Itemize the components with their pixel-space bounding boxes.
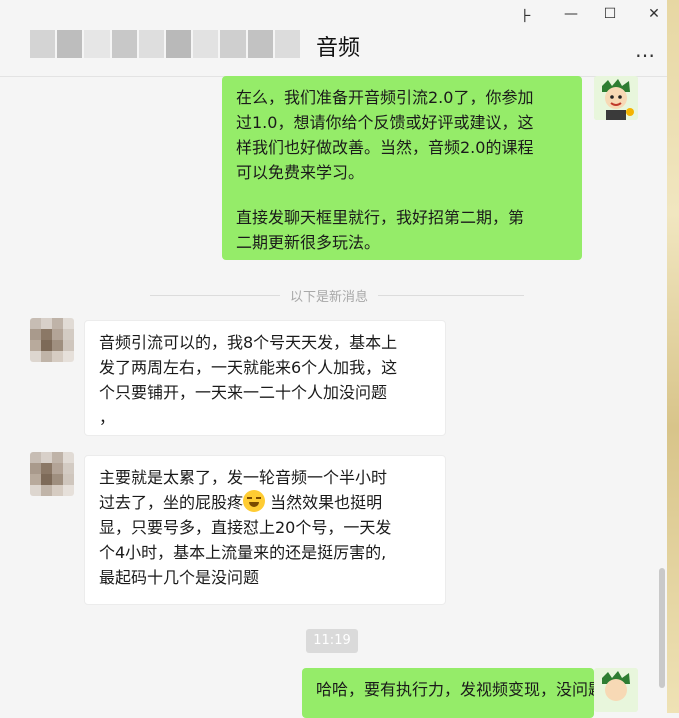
message-line: 最起码十几个是没问题 bbox=[99, 568, 260, 587]
pin-icon[interactable]: ⺊ bbox=[514, 6, 538, 26]
cartoon-avatar-icon bbox=[594, 76, 638, 120]
message-line: 直接发聊天框里就行，我好招第二期，第 bbox=[236, 208, 525, 227]
message-line: 可以免费来学习。 bbox=[236, 163, 365, 182]
desktop-background-strip bbox=[667, 0, 679, 713]
message-line: 样我们也好做改善。当然，音频2.0的课程 bbox=[236, 138, 534, 157]
grin-sweat-emoji-icon bbox=[243, 490, 266, 512]
minimize-icon[interactable]: — bbox=[559, 6, 583, 22]
cartoon-avatar-icon bbox=[594, 668, 638, 712]
chat-title: 音频 bbox=[316, 36, 361, 61]
maximize-icon[interactable]: ☐ bbox=[598, 6, 622, 22]
message-line-segment: 当然效果也挺明 bbox=[270, 493, 383, 512]
my-avatar[interactable] bbox=[594, 76, 638, 120]
message-line-with-emoji: 过去了，坐的屁股疼 当然效果也挺明 bbox=[99, 490, 431, 515]
chat-header: 音频 ⺊ — ☐ ✕ … bbox=[0, 0, 679, 77]
message-line: ， bbox=[99, 408, 116, 427]
contact-avatar[interactable] bbox=[30, 318, 74, 362]
new-messages-label: 以下是新消息 bbox=[280, 286, 379, 305]
message-line: 个只要铺开，一天来一二十个人加没问题 bbox=[99, 383, 388, 402]
message-line: 音频引流可以的，我8个号天天发，基本上 bbox=[99, 333, 398, 352]
message-bubble-outgoing[interactable]: 哈哈，要有执行力，发视频变现，没问题 bbox=[302, 668, 594, 718]
message-bubble-incoming[interactable]: 音频引流可以的，我8个号天天发，基本上 发了两周左右，一天就能来6个人加我，这 … bbox=[84, 320, 446, 436]
message-line: 发了两周左右，一天就能来6个人加我，这 bbox=[99, 358, 398, 377]
message-line: 在么，我们准备开音频引流2.0了，你参加 bbox=[236, 88, 534, 107]
message-line-segment: 过去了，坐的屁股疼 bbox=[99, 493, 244, 512]
message-line: 过1.0，想请你给个反馈或好评或建议，这 bbox=[236, 113, 534, 132]
chat-scrollbar[interactable] bbox=[659, 568, 665, 688]
message-line: 个4小时，基本上流量来的还是挺厉害的, bbox=[99, 543, 387, 562]
message-bubble-incoming[interactable]: 主要就是太累了，发一轮音频一个半小时 过去了，坐的屁股疼 当然效果也挺明 显，只… bbox=[84, 455, 446, 605]
message-bubble-outgoing[interactable]: 在么，我们准备开音频引流2.0了，你参加 过1.0，想请你给个反馈或好评或建议，… bbox=[222, 76, 582, 260]
my-avatar[interactable] bbox=[594, 668, 638, 712]
message-line: 主要就是太累了，发一轮音频一个半小时 bbox=[99, 468, 388, 487]
message-line: 显，只要号多，直接怼上20个号，一天发 bbox=[99, 518, 392, 537]
contact-avatar[interactable] bbox=[30, 452, 74, 496]
more-icon[interactable]: … bbox=[635, 38, 657, 62]
contact-name-redacted bbox=[30, 30, 301, 58]
message-line: 二期更新很多玩法。 bbox=[236, 233, 381, 252]
message-timestamp: 11:19 bbox=[306, 629, 358, 653]
message-line: 哈哈，要有执行力，发视频变现，没问题 bbox=[316, 680, 594, 699]
close-icon[interactable]: ✕ bbox=[642, 6, 666, 22]
message-blank-line bbox=[236, 185, 568, 205]
